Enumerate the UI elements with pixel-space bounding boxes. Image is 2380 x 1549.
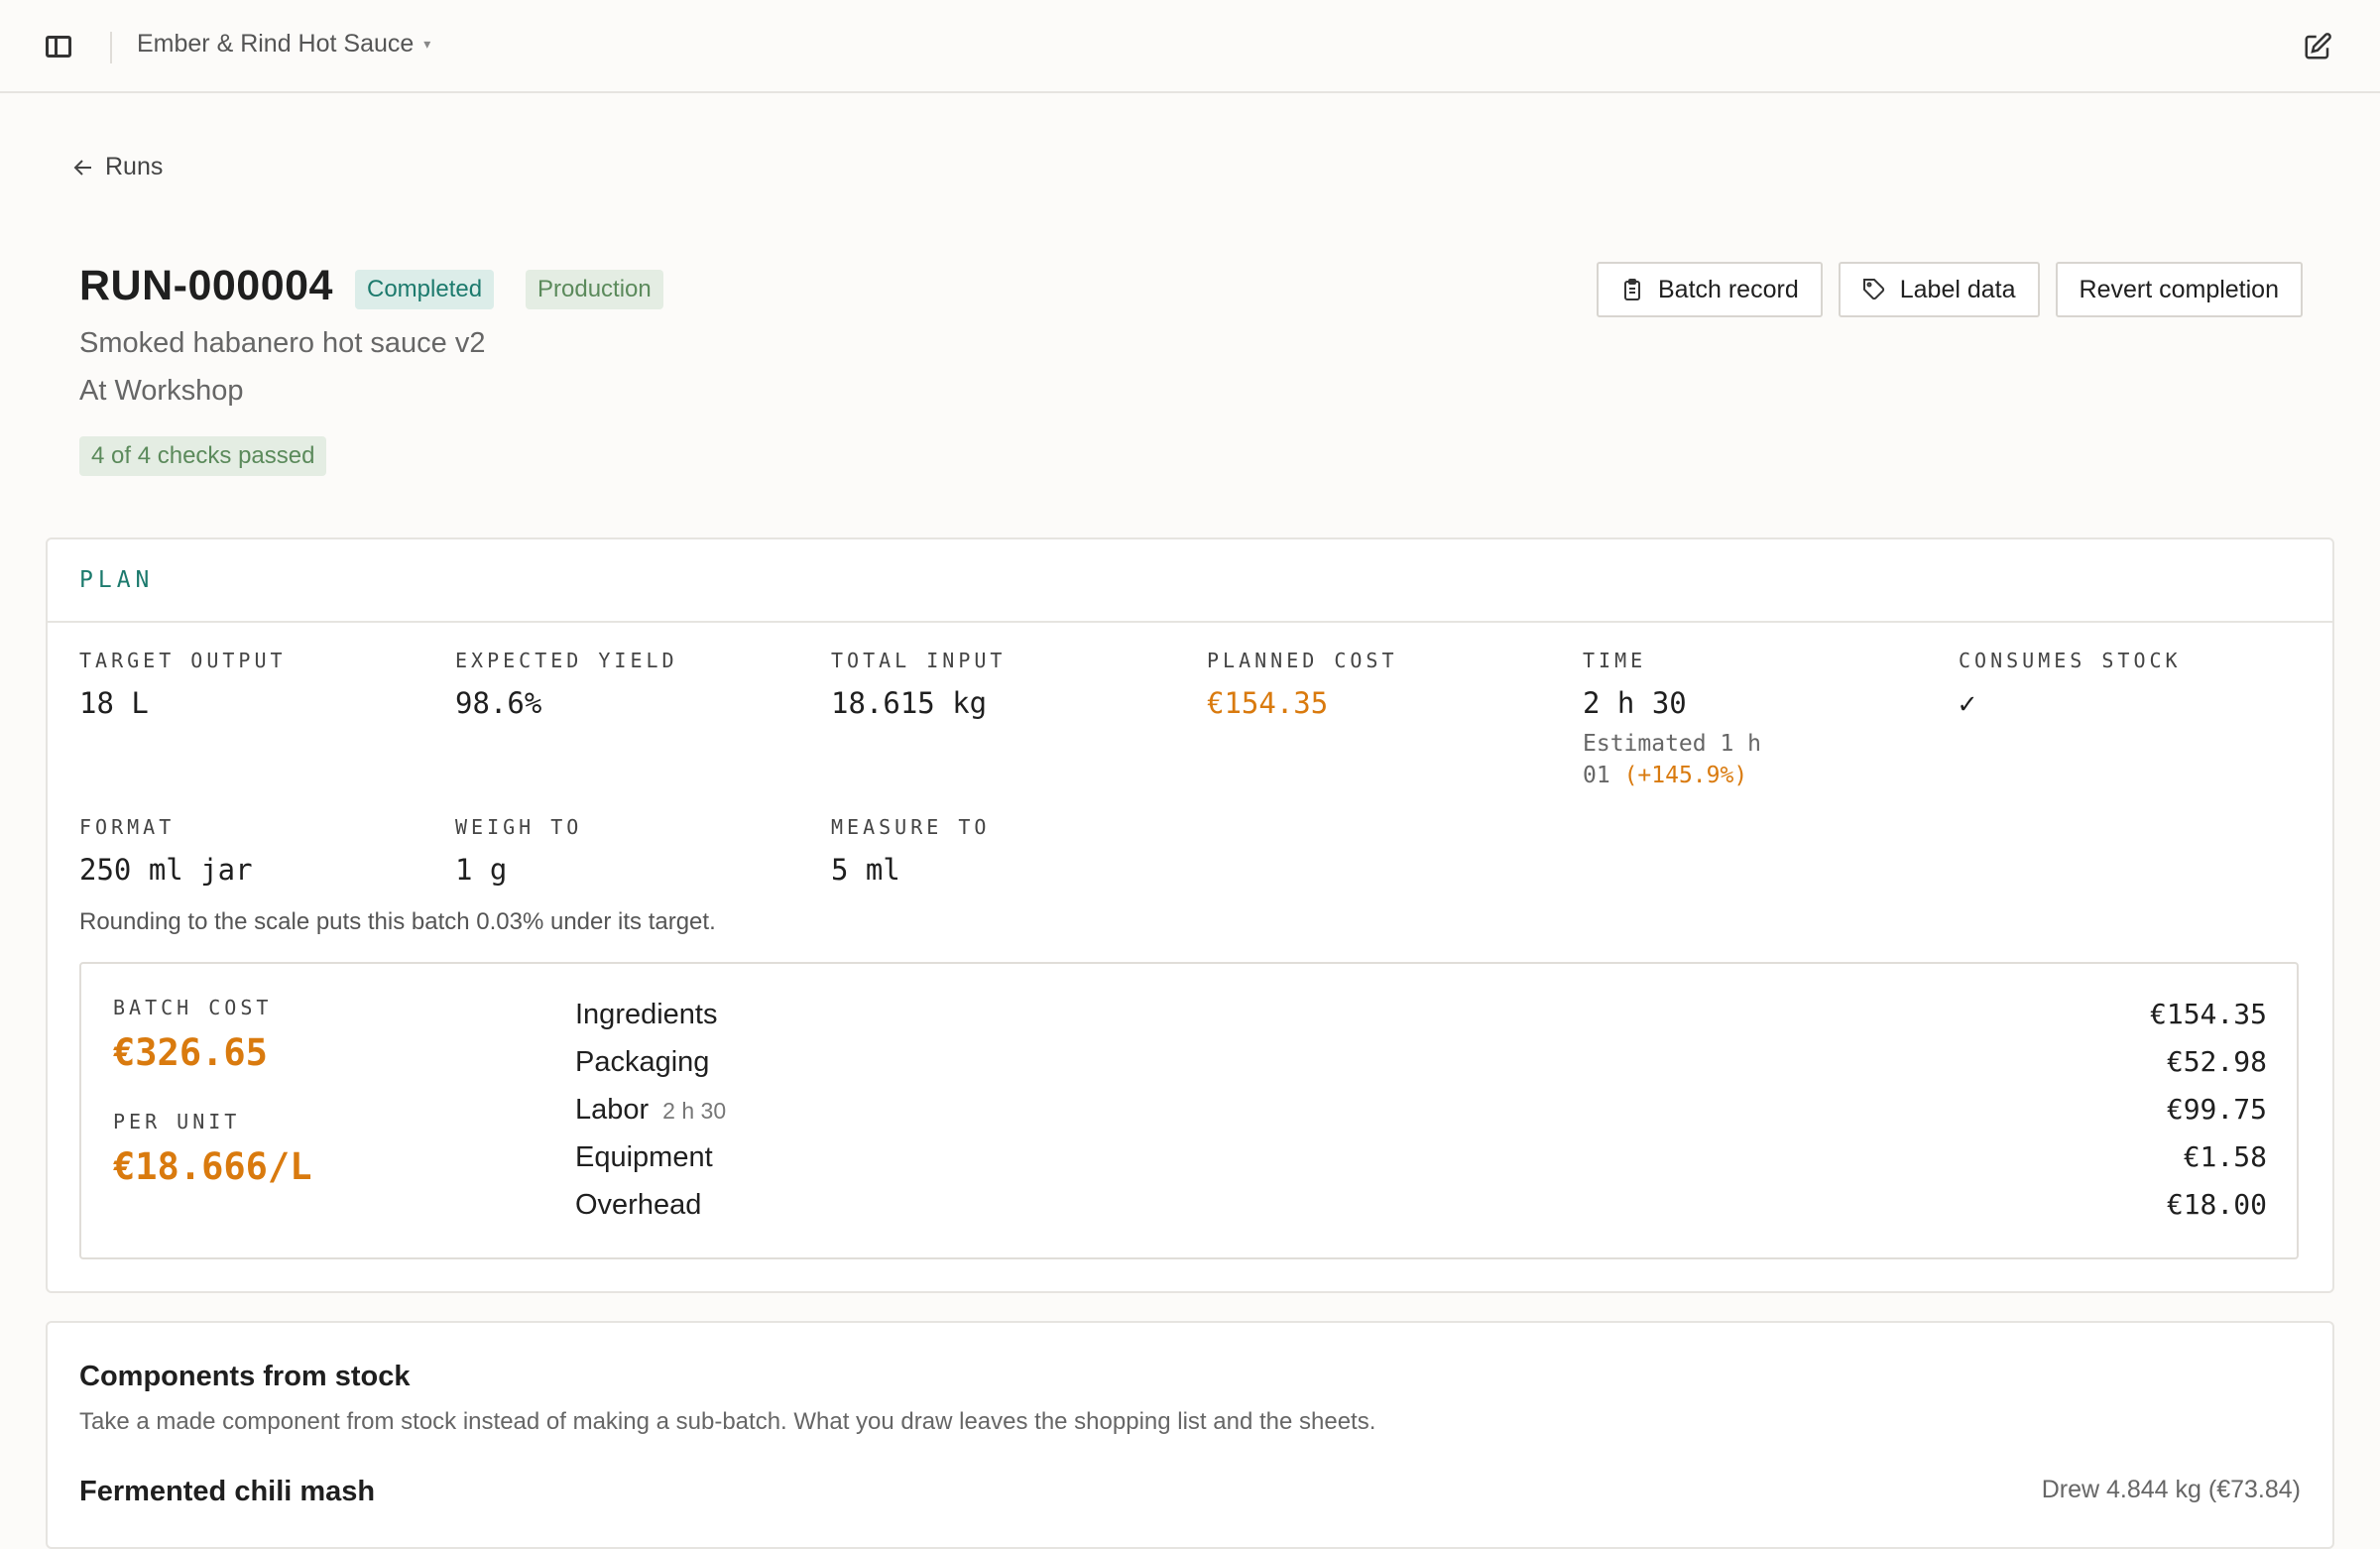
plan-heading: PLAN (48, 539, 2332, 623)
label-data-button[interactable]: Label data (1838, 262, 2040, 317)
sidebar-toggle-icon[interactable] (46, 36, 71, 58)
divider (110, 32, 112, 63)
workspace-name: Ember & Rind Hot Sauce (137, 30, 415, 58)
cost-line-name: Labor (575, 1094, 650, 1126)
cost-line-labor: Labor 2 h 30 €99.75 (575, 1093, 2267, 1140)
page-title: RUN-000004 (79, 262, 333, 309)
cost-line-amount: €154.35 (2149, 998, 2267, 1030)
section-description: Take a made component from stock instead… (79, 1408, 1376, 1435)
stat-label: EXPECTED YIELD (455, 649, 678, 672)
arrow-left-icon (73, 159, 91, 176)
recipe-name: Smoked habanero hot sauce v2 (79, 327, 486, 359)
cost-line-amount: €99.75 (2166, 1093, 2267, 1126)
batch-record-button[interactable]: Batch record (1596, 262, 1823, 317)
stat-label: MEASURE TO (831, 815, 991, 839)
cost-line-name: Packaging (575, 1046, 710, 1078)
section-title: Components from stock (79, 1361, 411, 1392)
cost-line-equipment: Equipment €1.58 (575, 1140, 2267, 1188)
stat-label: WEIGH TO (455, 815, 583, 839)
stat-label: CONSUMES STOCK (1959, 649, 2182, 672)
stat-expected-yield: EXPECTED YIELD 98.6% (455, 649, 678, 720)
cost-line-amount: €18.00 (2166, 1188, 2267, 1221)
stat-value: 5 ml (831, 853, 900, 887)
stat-weigh-to: WEIGH TO 1 g (455, 815, 582, 887)
cost-line-amount: €52.98 (2166, 1045, 2267, 1078)
revert-completion-label: Revert completion (2079, 275, 2279, 303)
revert-completion-button[interactable]: Revert completion (2055, 262, 2303, 317)
stat-value: 98.6% (455, 686, 542, 720)
batch-cost-label: BATCH COST (113, 996, 273, 1019)
stat-value: 250 ml jar (79, 853, 253, 887)
cost-line-ingredients: Ingredients €154.35 (575, 998, 2267, 1045)
stat-time: TIME 2 h 30 Estimated 1 h 01 (+145.9%) (1583, 649, 1801, 791)
stat-value: 2 h 30 (1583, 686, 1687, 720)
stat-label: FORMAT (79, 815, 176, 839)
header-actions: Batch record Label data Revert completio… (1596, 262, 2303, 317)
cost-line-sub: 2 h 30 (662, 1098, 727, 1124)
components-from-stock-card: Components from stock Take a made compon… (46, 1321, 2334, 1549)
back-link-label: Runs (105, 153, 164, 180)
check-icon: ✓ (1959, 686, 1976, 720)
stat-format: FORMAT 250 ml jar (79, 815, 253, 887)
cost-line-name: Overhead (575, 1189, 702, 1221)
time-delta: (+145.9%) (1623, 763, 1748, 788)
stat-label: PLANNED COST (1207, 649, 1398, 672)
batch-record-label: Batch record (1657, 275, 1799, 303)
cost-line-amount: €1.58 (2183, 1140, 2267, 1173)
edit-icon[interactable] (2303, 32, 2332, 61)
cost-line-overhead: Overhead €18.00 (575, 1188, 2267, 1236)
workspace-switcher[interactable]: Ember & Rind Hot Sauce ▾ (137, 30, 430, 59)
per-unit-label: PER UNIT (113, 1110, 241, 1133)
top-bar: Ember & Rind Hot Sauce ▾ (0, 0, 2380, 93)
stat-target-output: TARGET OUTPUT 18 L (79, 649, 287, 720)
cost-line-name: Equipment (575, 1141, 713, 1173)
stock-item-name: Fermented chili mash (79, 1476, 376, 1507)
kind-badge: Production (526, 270, 663, 309)
status-badge: Completed (355, 270, 495, 309)
per-unit-value: €18.666/L (113, 1145, 312, 1188)
plan-card: PLAN TARGET OUTPUT 18 L EXPECTED YIELD 9… (46, 537, 2334, 1293)
cost-breakdown: BATCH COST €326.65 PER UNIT €18.666/L In… (79, 962, 2299, 1259)
batch-cost-value: €326.65 (113, 1031, 268, 1074)
cost-lines: Ingredients €154.35 Packaging €52.98 Lab… (575, 998, 2267, 1236)
stat-value: 18 L (79, 686, 149, 720)
clipboard-icon (1623, 279, 1640, 300)
stat-value: 1 g (455, 853, 508, 887)
stat-label: TIME (1583, 649, 1647, 672)
stat-total-input: TOTAL INPUT 18.615 kg (831, 649, 1006, 720)
stat-label: TARGET OUTPUT (79, 649, 287, 672)
cost-line-name: Ingredients (575, 999, 718, 1030)
time-estimate-note: Estimated 1 h 01 (+145.9%) (1583, 728, 1801, 791)
stat-value: 18.615 kg (831, 686, 988, 720)
run-location: At Workshop (79, 375, 244, 407)
label-data-label: Label data (1899, 275, 2016, 303)
cost-line-packaging: Packaging €52.98 (575, 1045, 2267, 1093)
stat-measure-to: MEASURE TO 5 ml (831, 815, 990, 887)
chevron-down-icon: ▾ (423, 36, 431, 52)
stat-value: €154.35 (1207, 686, 1329, 720)
stat-consumes-stock: CONSUMES STOCK ✓ (1959, 649, 2182, 720)
stock-item-drew: Drew 4.844 kg (€73.84) (2041, 1476, 2301, 1503)
tag-icon (1862, 279, 1884, 300)
rounding-note: Rounding to the scale puts this batch 0.… (79, 908, 716, 935)
checks-badge: 4 of 4 checks passed (79, 436, 327, 476)
stat-planned-cost: PLANNED COST €154.35 (1207, 649, 1398, 720)
stat-label: TOTAL INPUT (831, 649, 1007, 672)
back-to-runs-link[interactable]: Runs (71, 153, 163, 181)
cost-summary: BATCH COST €326.65 PER UNIT €18.666/L (113, 996, 311, 1188)
